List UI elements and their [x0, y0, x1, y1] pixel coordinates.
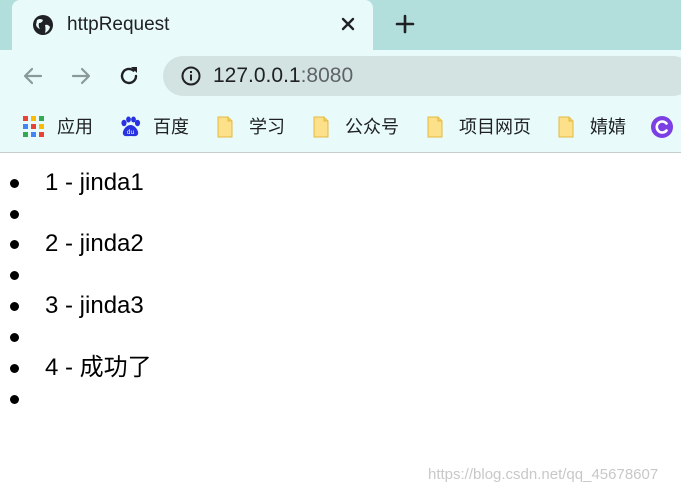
bookmark-folder-jingjing[interactable]: 婧婧: [556, 114, 636, 140]
url-text[interactable]: 127.0.0.1:8080: [213, 64, 353, 88]
folder-icon: [217, 116, 233, 138]
list-item: 2 - jinda2: [0, 228, 681, 259]
forward-arrow-icon[interactable]: [69, 64, 93, 88]
bullet: [10, 240, 19, 249]
bookmark-label: 婧婧: [590, 117, 626, 137]
bullet: [10, 210, 19, 219]
svg-text:du: du: [127, 129, 135, 136]
tab-strip: httpRequest: [0, 0, 681, 50]
list-item: 3 - jinda3: [0, 290, 681, 321]
watermark: https://blog.csdn.net/qq_45678607: [428, 466, 659, 483]
list-item: [0, 198, 681, 229]
bookmark-folder-official-account[interactable]: 公众号: [311, 114, 407, 140]
bookmark-baidu[interactable]: du 百度: [118, 114, 194, 140]
list-item: [0, 321, 681, 352]
bullet: [10, 333, 19, 342]
bullet: [10, 364, 19, 373]
url-host: 127.0.0.1: [213, 64, 301, 87]
list-item: [0, 259, 681, 290]
globe-icon: [33, 15, 53, 35]
purple-circle-icon: [651, 116, 673, 138]
bullet: [10, 302, 19, 311]
list-item-text: 1 - jinda1: [45, 169, 144, 196]
address-bar[interactable]: 127.0.0.1:8080: [163, 56, 681, 96]
reload-icon[interactable]: [117, 64, 141, 88]
bookmark-label: 应用: [57, 117, 93, 137]
tab-title: httpRequest: [67, 14, 170, 35]
tab-httprequest[interactable]: httpRequest: [12, 0, 373, 50]
folder-icon: [558, 116, 574, 138]
back-arrow-icon[interactable]: [21, 64, 45, 88]
close-icon[interactable]: [337, 13, 359, 35]
folder-icon: [313, 116, 329, 138]
list-item-text: 3 - jinda3: [45, 292, 144, 319]
bookmark-label: 公众号: [345, 117, 399, 137]
baidu-paw-icon: du: [121, 116, 141, 137]
folder-icon: [427, 116, 443, 138]
browser-window: httpRequest 127.0.0.1:8080 应用 du 百度 学习 公…: [0, 0, 681, 495]
bookmarks-bar: 应用 du 百度 学习 公众号 项目网页 婧婧: [0, 102, 681, 153]
bullet: [10, 395, 19, 404]
list-item: 1 - jinda1: [0, 167, 681, 198]
bookmark-label: 项目网页: [459, 117, 531, 137]
list-item-text: 2 - jinda2: [45, 230, 144, 257]
bookmark-label: 百度: [153, 117, 189, 137]
new-tab-icon[interactable]: [393, 12, 417, 36]
bullet: [10, 271, 19, 280]
list-item: 4 - 成功了: [0, 352, 681, 383]
bookmark-label: 学习: [249, 117, 285, 137]
url-port: :8080: [300, 64, 354, 87]
apps-grid-icon: [23, 116, 44, 137]
page-content: 1 - jinda1 2 - jinda2 3 - jinda3 4 - 成功了: [0, 153, 681, 495]
bookmark-folder-study[interactable]: 学习: [215, 114, 291, 140]
bookmark-extra[interactable]: [650, 114, 678, 140]
bookmark-apps[interactable]: 应用: [22, 114, 98, 140]
info-icon[interactable]: [180, 65, 202, 87]
bookmark-folder-project-pages[interactable]: 项目网页: [425, 114, 541, 140]
toolbar: 127.0.0.1:8080: [0, 50, 681, 102]
list-item: [0, 383, 681, 414]
bullet: [10, 179, 19, 188]
list-item-text: 4 - 成功了: [45, 354, 152, 381]
